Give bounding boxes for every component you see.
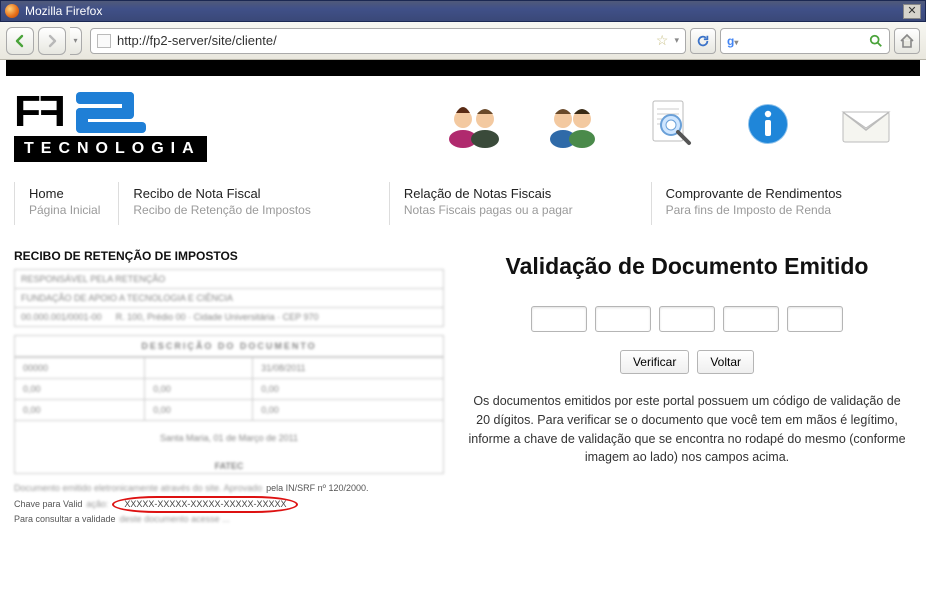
page-title: Validação de Documento Emitido — [462, 253, 912, 280]
foot-line-2-prefix: Chave para Valid — [14, 498, 82, 512]
instructions-text: Os documentos emitidos por este portal p… — [462, 392, 912, 467]
sample-doc-footnotes: Documento emitido eletronicamente atravé… — [14, 482, 444, 527]
sample-document-body: DESCRIÇÃO DO DOCUMENTO 0000031/08/2011 0… — [14, 335, 444, 474]
nav-item-title: Recibo de Nota Fiscal — [133, 186, 310, 201]
sample-doc-heading: RECIBO DE RETENÇÃO DE IMPOSTOS — [14, 249, 444, 263]
firefox-icon — [5, 4, 19, 18]
window-close-button[interactable]: ✕ — [903, 4, 921, 19]
users-group-icon[interactable] — [446, 96, 502, 152]
home-button[interactable] — [894, 28, 920, 54]
info-icon[interactable] — [740, 96, 796, 152]
back-button[interactable]: Voltar — [697, 350, 754, 374]
search-box[interactable]: g▾ — [720, 28, 890, 54]
code-segment-4[interactable] — [723, 306, 779, 332]
nav-item-title: Home — [29, 186, 100, 201]
code-segment-5[interactable] — [787, 306, 843, 332]
nav-recibo[interactable]: Recibo de Nota Fiscal Recibo de Retenção… — [118, 182, 328, 225]
validation-code-inputs — [462, 306, 912, 332]
forward-button[interactable] — [38, 27, 66, 55]
verify-button[interactable]: Verificar — [620, 350, 689, 374]
address-bar[interactable]: ☆ ▾ — [90, 28, 686, 54]
nav-item-title: Relação de Notas Fiscais — [404, 186, 573, 201]
browser-toolbar: ▾ ☆ ▾ g▾ — [0, 22, 926, 60]
search-icon[interactable] — [869, 34, 883, 48]
google-icon: g▾ — [727, 34, 738, 48]
bookmark-star-icon[interactable]: ☆ — [656, 32, 669, 49]
document-search-icon[interactable] — [642, 96, 698, 152]
nav-item-subtitle: Página Inicial — [29, 203, 100, 217]
fp2-logo: FF TECNOLOGIA — [14, 90, 207, 162]
top-black-bar — [6, 60, 920, 76]
nav-relacao[interactable]: Relação de Notas Fiscais Notas Fiscais p… — [389, 182, 591, 225]
window-titlebar: Mozilla Firefox ✕ — [0, 0, 926, 22]
site-identity-icon — [97, 34, 111, 48]
url-dropdown-icon[interactable]: ▾ — [674, 35, 679, 46]
code-segment-3[interactable] — [659, 306, 715, 332]
main-nav: Home Página Inicial Recibo de Nota Fisca… — [14, 182, 912, 225]
nav-history-dropdown[interactable]: ▾ — [70, 27, 82, 55]
back-button[interactable] — [6, 27, 34, 55]
foot-line-3-prefix: Para consultar a validade — [14, 513, 116, 527]
mail-icon[interactable] — [838, 96, 894, 152]
reload-button[interactable] — [690, 28, 716, 54]
validation-key-highlight: XXXXX-XXXXX-XXXXX-XXXXX-XXXXX — [112, 496, 298, 514]
foot-line-1-suffix: pela IN/SRF nº 120/2000. — [266, 482, 368, 496]
users-pair-icon[interactable] — [544, 96, 600, 152]
nav-item-subtitle: Notas Fiscais pagas ou a pagar — [404, 203, 573, 217]
sample-document: RESPONSÁVEL PELA RETENÇÃO FUNDAÇÃO DE AP… — [14, 269, 444, 327]
nav-comprovante[interactable]: Comprovante de Rendimentos Para fins de … — [651, 182, 860, 225]
logo-tagline: TECNOLOGIA — [14, 136, 207, 162]
code-segment-1[interactable] — [531, 306, 587, 332]
window-title: Mozilla Firefox — [25, 4, 102, 18]
nav-item-subtitle: Para fins de Imposto de Renda — [666, 203, 842, 217]
code-segment-2[interactable] — [595, 306, 651, 332]
url-input[interactable] — [117, 33, 650, 48]
nav-home[interactable]: Home Página Inicial — [14, 182, 118, 225]
nav-item-subtitle: Recibo de Retenção de Impostos — [133, 203, 310, 217]
nav-item-title: Comprovante de Rendimentos — [666, 186, 842, 201]
